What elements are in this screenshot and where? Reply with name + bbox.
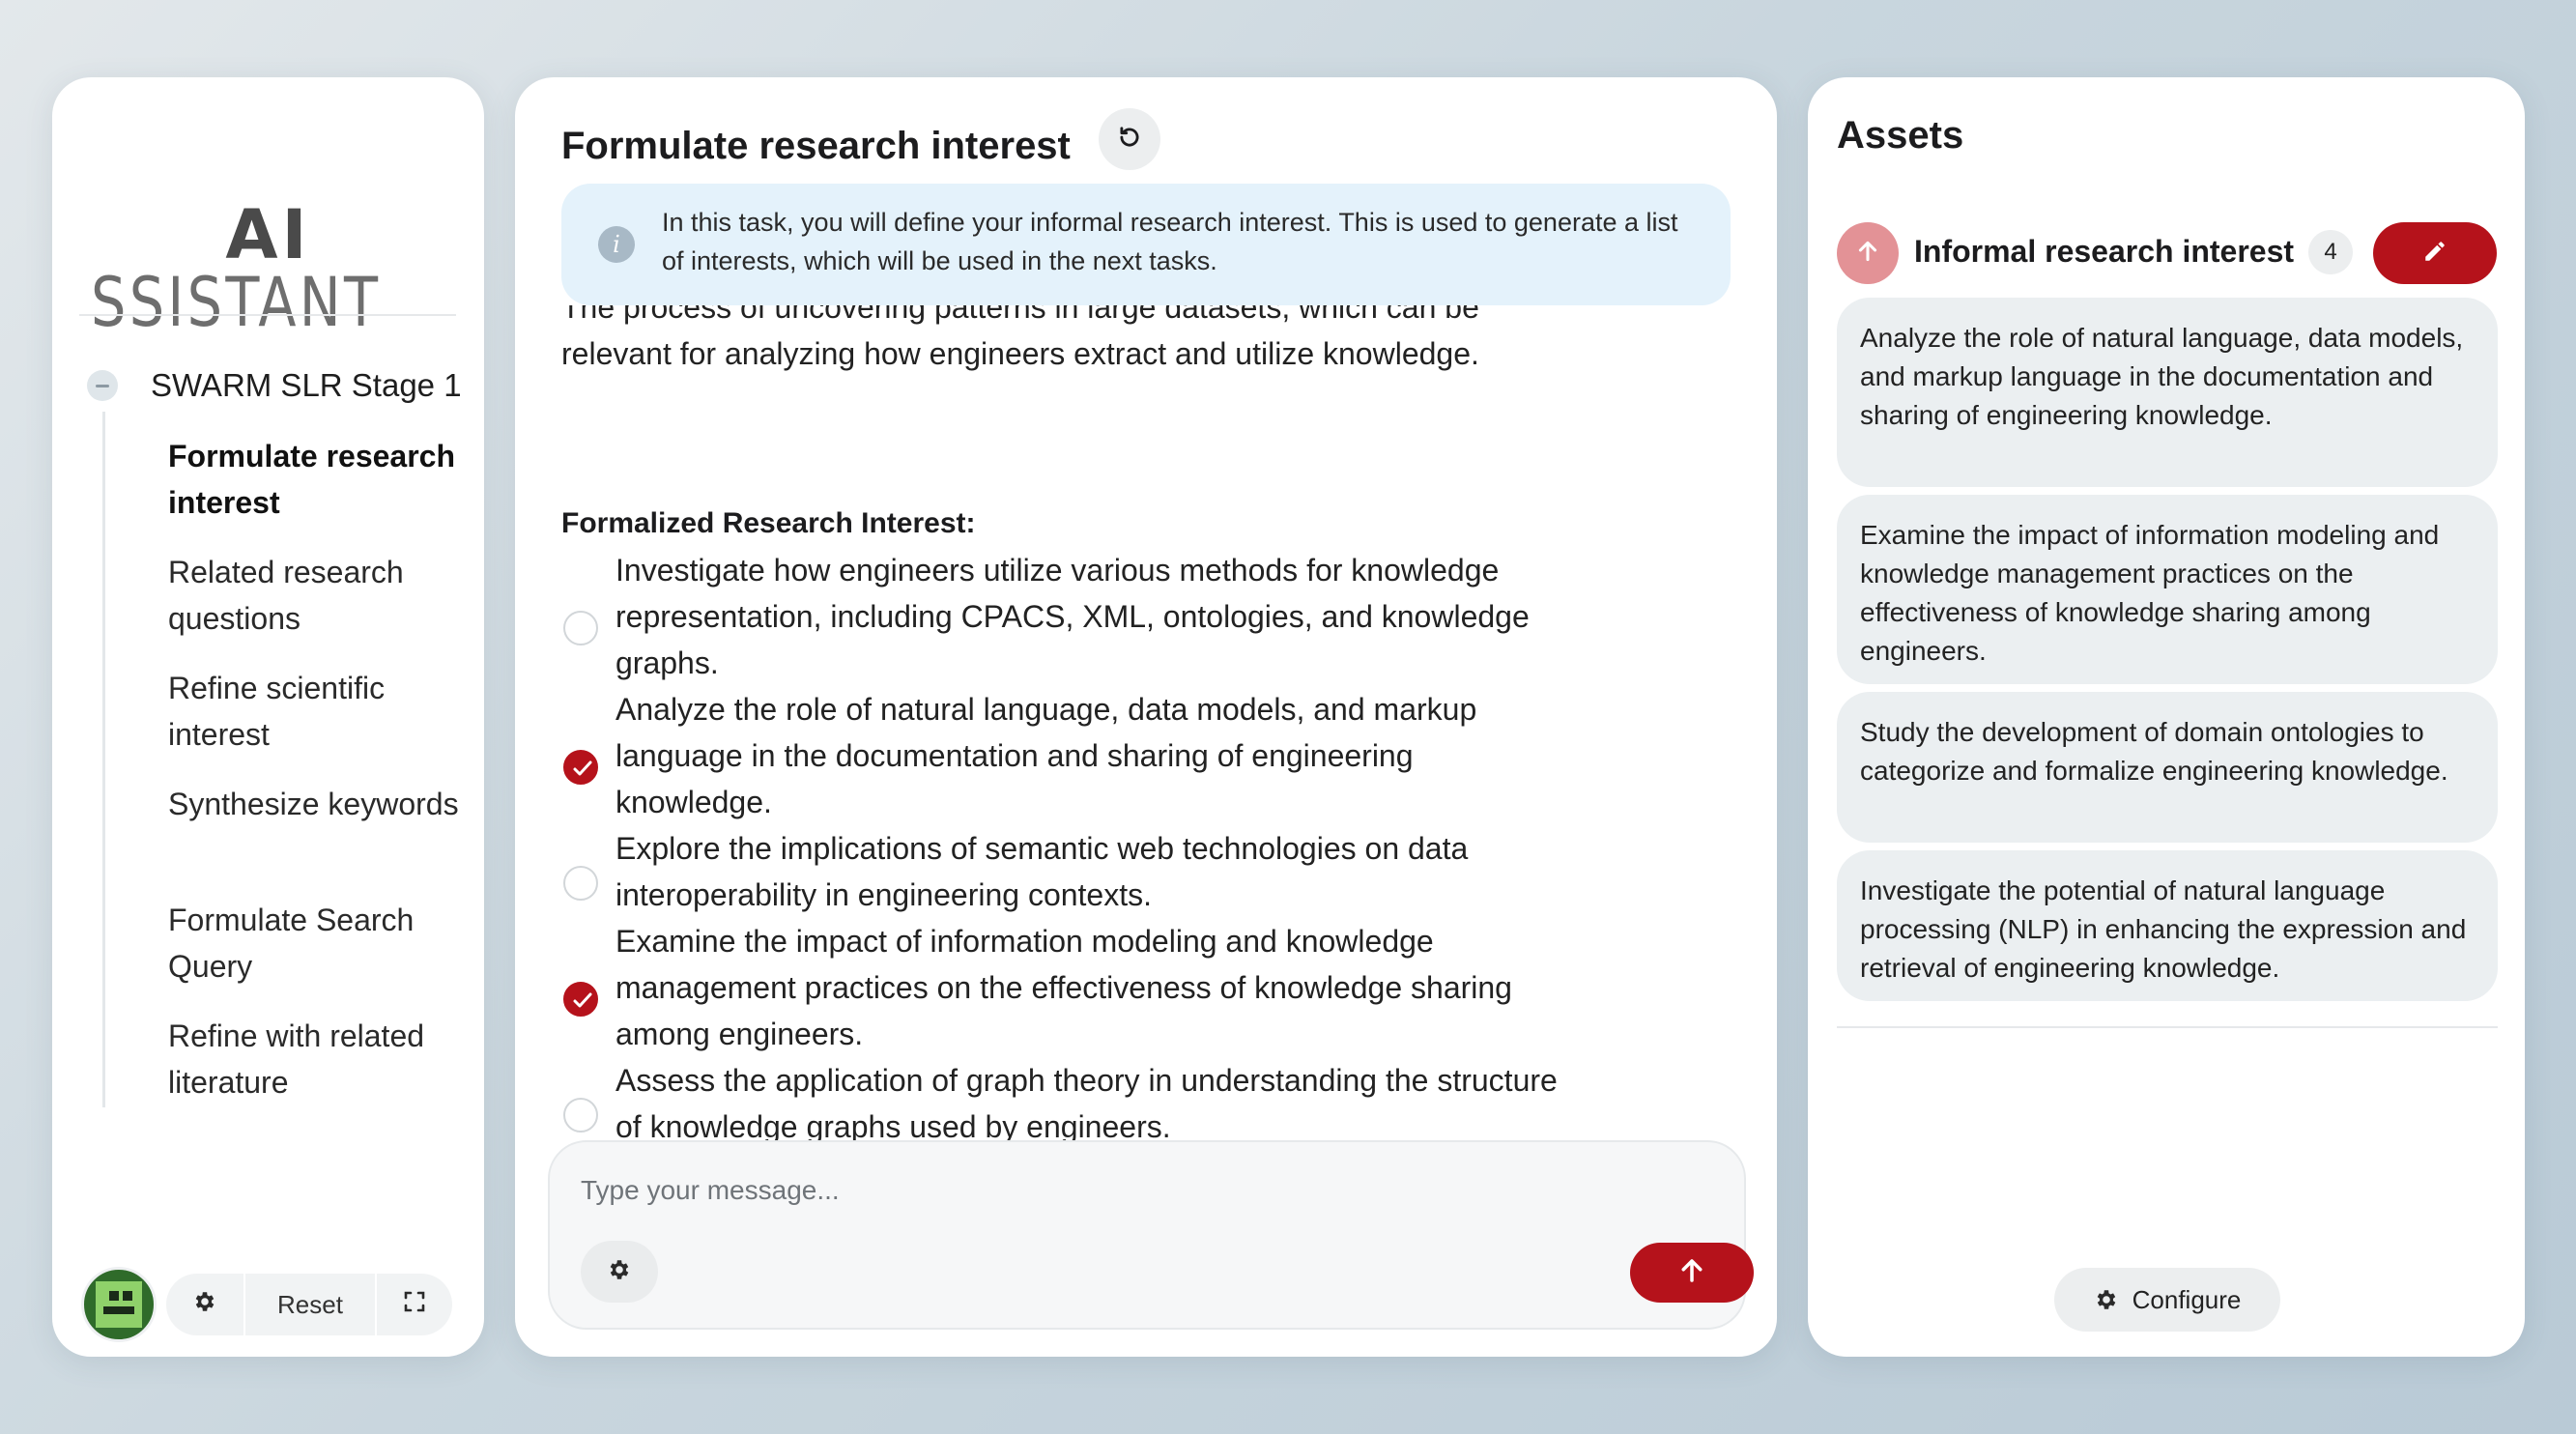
configure-label: Configure (2132, 1284, 2242, 1314)
option-text: Assess the application of graph theory i… (615, 1063, 1558, 1144)
check-icon (573, 760, 592, 776)
gear-icon (2094, 1287, 2119, 1312)
gear-icon (607, 1257, 632, 1287)
gear-icon (192, 1289, 217, 1321)
edit-button[interactable] (2373, 222, 2497, 284)
assets-title: Assets (1837, 114, 1964, 157)
stage-header[interactable]: SWARM SLR Stage 1 (87, 361, 462, 410)
section-label: Informal research interest (1914, 234, 2295, 269)
sidebar-item-related-research-questions[interactable]: Related research questions (168, 549, 468, 642)
option-checkbox[interactable] (563, 866, 598, 901)
send-button[interactable] (1630, 1243, 1754, 1303)
arrow-up-icon (1855, 239, 1880, 269)
logo-divider (79, 314, 456, 316)
asset-text: Investigate the potential of natural lan… (1860, 875, 2467, 983)
sidebar-item-synthesize-keywords[interactable]: Synthesize keywords (168, 781, 468, 827)
option-text: Investigate how engineers utilize variou… (615, 553, 1530, 680)
send-arrow-icon (1677, 1256, 1706, 1290)
fullscreen-icon (403, 1290, 426, 1320)
task-panel: Formulate research interest i In this ta… (515, 77, 1777, 1357)
message-input[interactable]: Type your message... (581, 1175, 840, 1206)
asset-card[interactable]: Investigate the potential of natural lan… (1837, 850, 2498, 1001)
asset-card[interactable]: Examine the impact of information modeli… (1837, 495, 2498, 684)
avatar[interactable] (81, 1267, 157, 1342)
assets-section-header: Informal research interest 4 (1837, 222, 2498, 284)
settings-button[interactable] (166, 1274, 243, 1335)
tree-line (102, 412, 105, 1107)
refresh-icon (1117, 125, 1142, 155)
stage-label: SWARM SLR Stage 1 (151, 367, 462, 403)
app-logo: AISSISTANT (52, 201, 484, 336)
option-text: Explore the implications of semantic web… (615, 831, 1469, 912)
sidebar-item-refine-with-related-literature[interactable]: Refine with related literature (168, 1013, 468, 1105)
check-icon (573, 992, 592, 1008)
sidebar-item-formulate-research-interest[interactable]: Formulate research interest (168, 433, 468, 526)
count-badge: 4 (2308, 230, 2353, 274)
reset-button[interactable]: Reset (243, 1274, 377, 1335)
option-checkbox[interactable] (563, 1098, 598, 1133)
edit-pencil-icon (2422, 239, 2447, 269)
sidebar-footer: Reset (81, 1264, 452, 1345)
info-banner: i In this task, you will define your inf… (561, 184, 1731, 305)
asset-text: Study the development of domain ontologi… (1860, 717, 2448, 786)
configure-button[interactable]: Configure (2054, 1268, 2280, 1332)
info-text: In this task, you will define your infor… (662, 208, 1678, 275)
upload-button[interactable] (1837, 222, 1899, 284)
refresh-button[interactable] (1099, 108, 1160, 170)
research-paragraph: The process of uncovering patterns in la… (561, 305, 1479, 371)
avatar-eye (123, 1291, 132, 1301)
asset-text: Analyze the role of natural language, da… (1860, 323, 2464, 430)
info-icon: i (598, 226, 635, 263)
sidebar-button-group: Reset (166, 1274, 452, 1335)
sidebar-panel: AISSISTANT SWARM SLR Stage 1 Formulate r… (52, 77, 484, 1357)
collapse-icon[interactable] (87, 370, 118, 401)
fullscreen-button[interactable] (377, 1274, 452, 1335)
asset-text: Examine the impact of information modeli… (1860, 520, 2440, 666)
formalized-heading: Formalized Research Interest: (561, 507, 976, 539)
option-checkbox[interactable] (563, 611, 598, 645)
assets-divider (1837, 1026, 2498, 1028)
composer-settings-button[interactable] (581, 1241, 658, 1303)
task-content[interactable]: The process of uncovering patterns in la… (561, 305, 1605, 1156)
option-text: Analyze the role of natural language, da… (615, 692, 1477, 819)
option-checkbox[interactable] (563, 750, 598, 785)
sidebar-item-formulate-search-query[interactable]: Formulate Search Query (168, 897, 468, 989)
avatar-mouth (103, 1306, 134, 1314)
logo-rest: SSISTANT (91, 263, 382, 342)
message-composer: Type your message... (548, 1140, 1754, 1330)
asset-card[interactable]: Analyze the role of natural language, da… (1837, 298, 2498, 487)
assets-panel: Assets Informal research interest 4 Anal… (1808, 77, 2525, 1357)
avatar-eye (109, 1291, 119, 1301)
page-title: Formulate research interest (561, 125, 1071, 167)
option-checkbox[interactable] (563, 982, 598, 1017)
asset-card[interactable]: Study the development of domain ontologi… (1837, 692, 2498, 843)
sidebar-item-refine-scientific-interest[interactable]: Refine scientific interest (168, 665, 468, 758)
option-text: Examine the impact of information modeli… (615, 924, 1512, 1051)
avatar-face (96, 1281, 142, 1328)
